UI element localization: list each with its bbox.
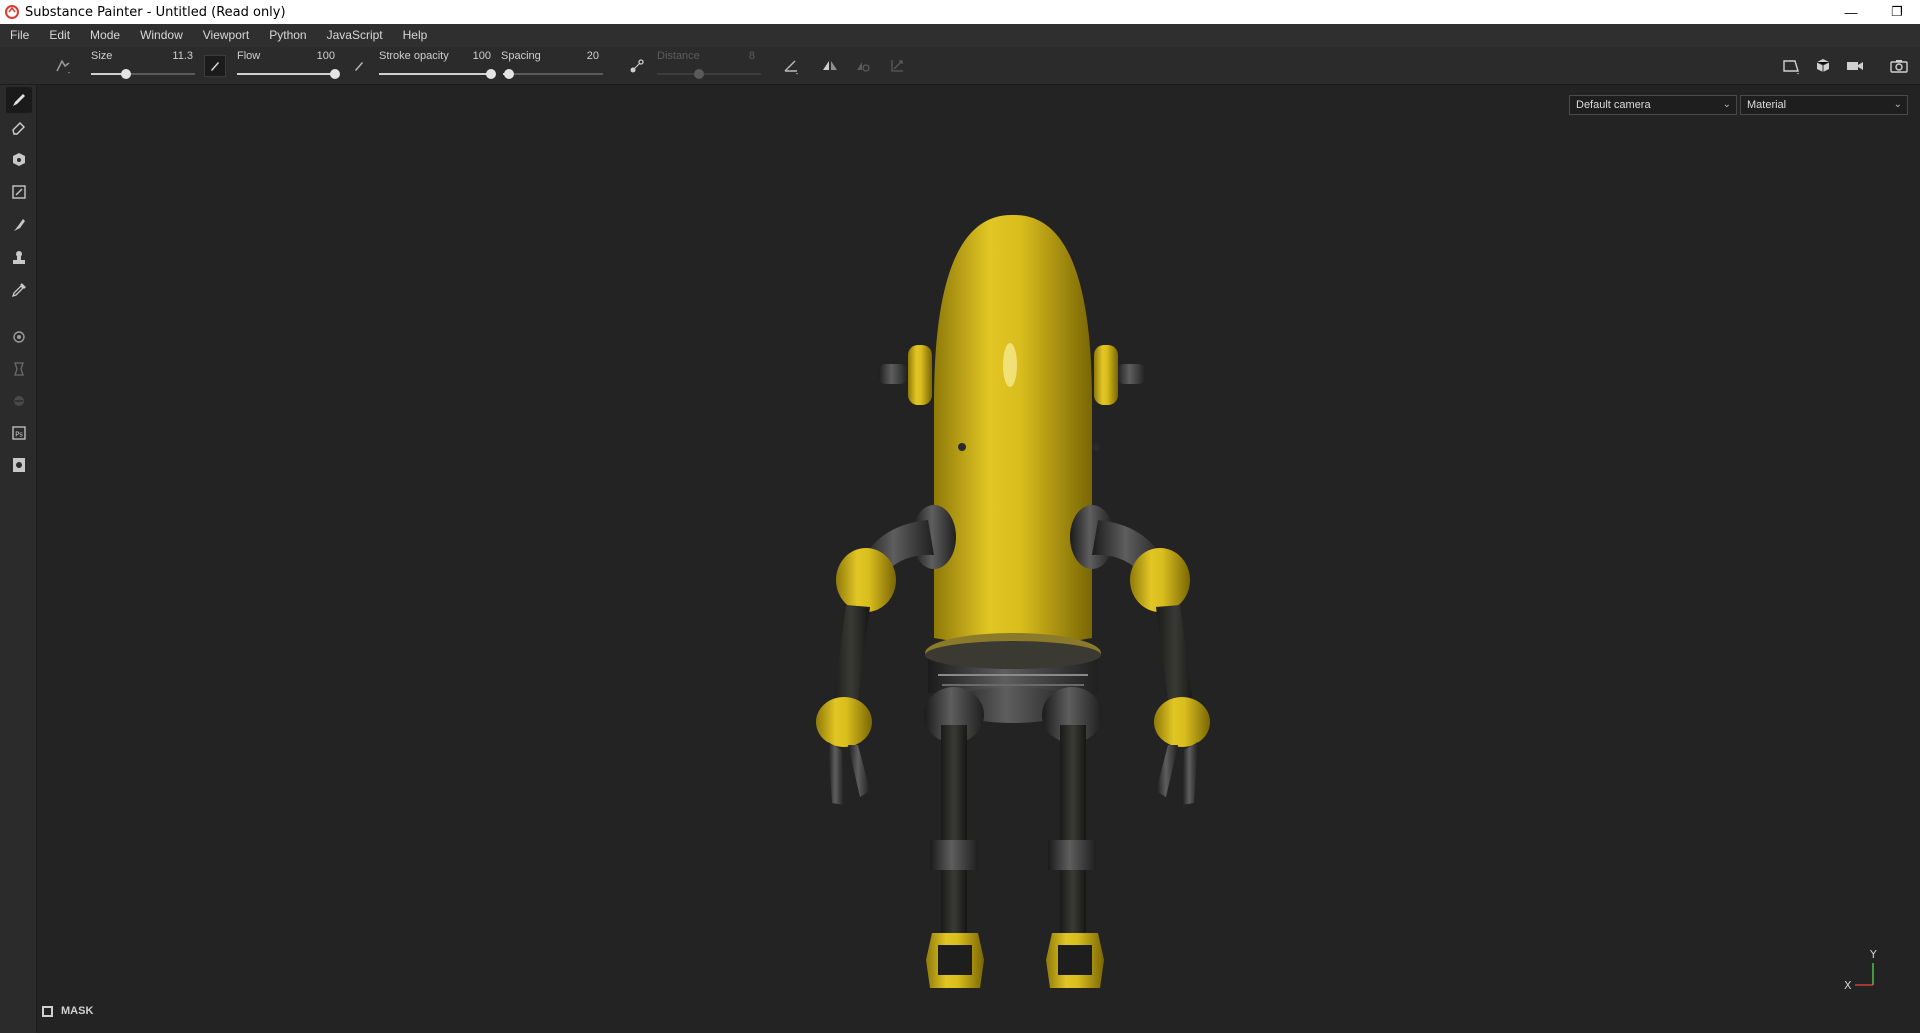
3d-viewport[interactable]: Default camera ⌄ Material ⌄ MASK Y X	[38, 85, 1920, 1033]
flow-knob[interactable]	[330, 69, 340, 79]
size-value[interactable]: 11.3	[150, 50, 193, 62]
menu-help[interactable]: Help	[393, 24, 438, 47]
spacing-label: Spacing	[501, 50, 541, 62]
paint-brush-icon[interactable]	[6, 87, 32, 113]
robot-3d-model[interactable]	[748, 185, 1268, 1025]
axis-gizmo: Y X	[1844, 948, 1877, 992]
substance-painter-window: Substance Painter - Untitled (Read only)…	[0, 0, 1920, 1033]
eraser-icon[interactable]	[6, 115, 32, 141]
stroke-opacity-knob[interactable]	[486, 69, 496, 79]
3d-view-icon[interactable]	[1812, 55, 1834, 77]
stroke-opacity-track[interactable]	[379, 69, 496, 79]
menu-mode[interactable]: Mode	[80, 24, 130, 47]
size-pressure-button[interactable]	[204, 55, 226, 77]
transform-icon[interactable]	[886, 55, 908, 77]
size-knob[interactable]	[121, 69, 132, 79]
polygon-fill-icon[interactable]	[6, 179, 32, 205]
symmetry-settings-icon[interactable]	[852, 55, 874, 77]
distance-knob	[693, 69, 704, 79]
clone-stamp-icon[interactable]	[6, 245, 32, 271]
flow-track[interactable]	[237, 69, 340, 79]
mask-checkbox[interactable]	[42, 1005, 53, 1017]
size-label: Size	[91, 50, 113, 62]
chevron-down-icon: ⌄	[1722, 99, 1731, 110]
stroke-opacity-label: Stroke opacity	[379, 50, 449, 62]
menu-file[interactable]: File	[0, 24, 39, 47]
window-title: Substance Painter - Untitled (Read only)	[25, 4, 286, 20]
left-toolbar: Ps	[0, 85, 37, 1033]
menu-bar: File Edit Mode Window Viewport Python Ja…	[0, 24, 1920, 47]
title-bar: Substance Painter - Untitled (Read only)…	[0, 0, 1920, 24]
spacing-value[interactable]: 20	[560, 50, 599, 62]
stroke-opacity-value[interactable]: 100	[460, 50, 491, 62]
chevron-down-icon: ⌄	[1893, 99, 1902, 110]
material-picker-icon[interactable]	[6, 324, 32, 350]
lazy-mouse-icon[interactable]	[626, 55, 648, 77]
distance-label: Distance	[657, 50, 700, 62]
distance-value: 8	[748, 50, 755, 62]
distance-track	[657, 69, 761, 79]
projection-icon[interactable]	[6, 147, 32, 173]
symmetry-icon[interactable]	[819, 55, 841, 77]
photoshop-export-icon[interactable]: Ps	[6, 420, 32, 446]
substance-logo-icon	[5, 5, 19, 19]
menu-javascript[interactable]: JavaScript	[317, 24, 393, 47]
channel-dropdown-value: Material	[1747, 99, 1787, 111]
spacing-track[interactable]	[503, 69, 603, 79]
flow-label: Flow	[237, 50, 261, 62]
color-picker-icon[interactable]	[6, 277, 32, 303]
spacing-knob[interactable]	[504, 69, 514, 79]
menu-python[interactable]: Python	[259, 24, 316, 47]
smudge-icon[interactable]	[6, 212, 32, 238]
flow-value[interactable]: 100	[300, 50, 335, 62]
brush-alpha-icon[interactable]	[52, 55, 74, 77]
gizmo-y-label: Y	[1869, 948, 1877, 961]
flow-pressure-icon[interactable]	[348, 55, 370, 77]
menu-viewport[interactable]: Viewport	[193, 24, 259, 47]
tool-properties-bar: Size 11.3 Flow 100 Stroke opacity 100 Sp…	[0, 47, 1920, 85]
camera-dropdown-value: Default camera	[1576, 99, 1651, 111]
svg-text:Ps: Ps	[15, 431, 23, 439]
camera-icon[interactable]	[1844, 55, 1866, 77]
menu-edit[interactable]: Edit	[39, 24, 80, 47]
restore-button[interactable]: ❐	[1874, 0, 1920, 24]
channel-dropdown[interactable]: Material ⌄	[1740, 95, 1908, 115]
mask-label: MASK	[61, 1005, 94, 1017]
mask-toggle[interactable]: MASK	[42, 1005, 93, 1017]
screenshot-icon[interactable]	[1888, 55, 1910, 77]
line-angle-icon[interactable]	[780, 55, 802, 77]
2d-view-icon[interactable]	[1780, 55, 1802, 77]
camera-dropdown[interactable]: Default camera ⌄	[1569, 95, 1737, 115]
texture-export-icon[interactable]	[6, 452, 32, 478]
geometry-mask-icon[interactable]	[6, 388, 32, 414]
bake-icon[interactable]	[6, 356, 32, 382]
size-track[interactable]	[91, 69, 195, 79]
minimize-button[interactable]: —	[1828, 0, 1874, 24]
menu-window[interactable]: Window	[130, 24, 193, 47]
gizmo-x-label: X	[1844, 979, 1852, 992]
